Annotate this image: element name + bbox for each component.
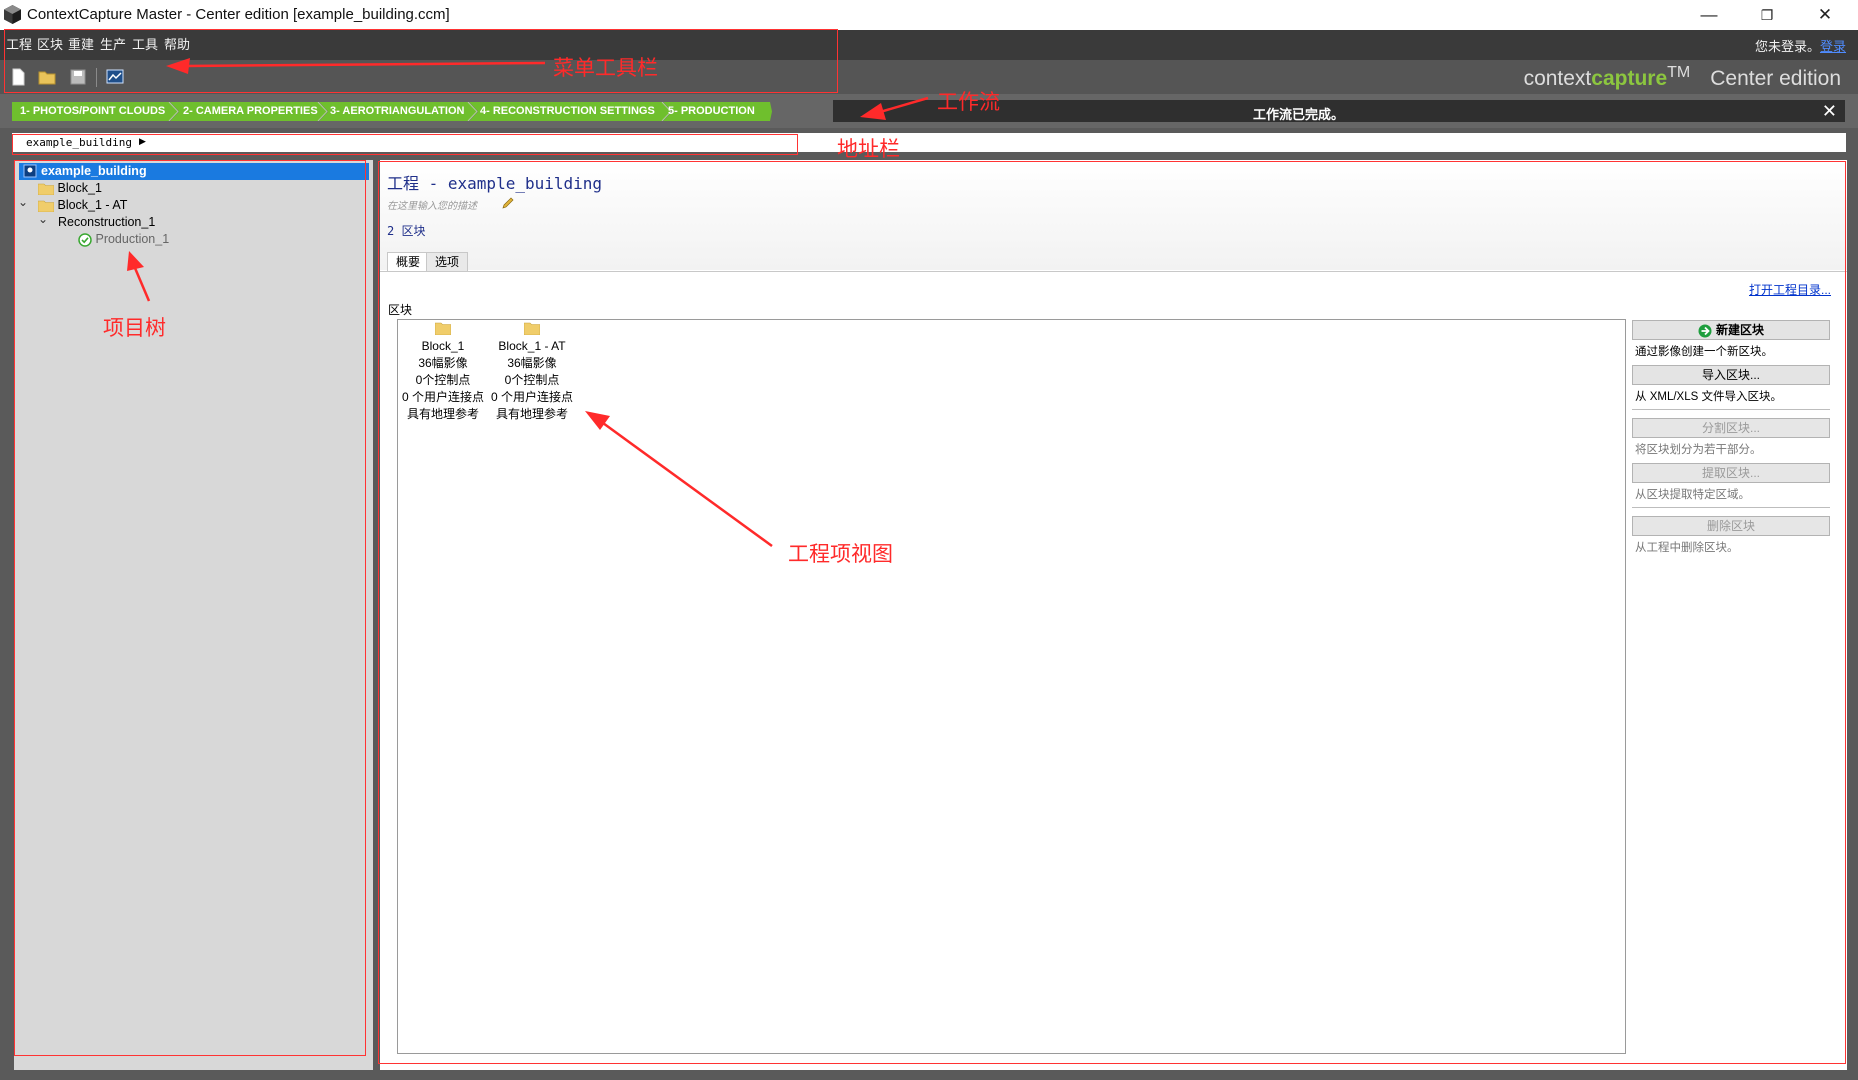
app-logo-icon (4, 5, 21, 24)
workflow-step-camera-properties[interactable]: 2- CAMERA PROPERTIES (175, 102, 318, 121)
restore-button[interactable]: ❐ (1738, 0, 1796, 30)
workflow-status-close-icon[interactable]: ✕ (1822, 100, 1837, 122)
annotation-box-address-bar (12, 134, 798, 155)
annotation-label-workflow: 工作流 (937, 91, 1000, 114)
close-window-button[interactable]: ✕ (1796, 0, 1854, 30)
brand-tm: TM (1667, 64, 1691, 81)
login-status-text: 您未登录。 (1754, 39, 1820, 54)
workflow-bar: 1- PHOTOS/POINT CLOUDS 2- CAMERA PROPERT… (0, 94, 1858, 128)
title-bar: ContextCapture Master - Center edition [… (0, 0, 1858, 30)
annotation-label-project-tree: 项目树 (103, 317, 166, 340)
login-status: 您未登录。登录 (1755, 36, 1846, 55)
workflow-step-photos[interactable]: 1- PHOTOS/POINT CLOUDS (12, 102, 165, 121)
workflow-step-aerotriangulation[interactable]: 3- AEROTRIANGULATION (322, 102, 464, 121)
workflow-step-reconstruction-settings[interactable]: 4- RECONSTRUCTION SETTINGS (472, 102, 655, 121)
annotation-box-project-tree (14, 160, 366, 1056)
brand-capture: capture (1591, 67, 1668, 90)
annotation-label-project-view: 工程项视图 (788, 543, 893, 566)
login-link[interactable]: 登录 (1820, 39, 1846, 54)
annotation-label-address-bar: 地址栏 (837, 138, 900, 161)
brand-context: context (1523, 67, 1592, 90)
minimize-button[interactable]: — (1680, 0, 1738, 30)
brand-edition: Center edition (1710, 67, 1841, 90)
annotation-box-project-view (378, 161, 1846, 1064)
workflow-status-text: 工作流已完成。 (1253, 107, 1345, 122)
annotation-box-menu-toolbar (4, 29, 838, 93)
workflow-step-production[interactable]: 5- PRODUCTION (660, 102, 755, 121)
brand-logo: contextcaptureTM Center edition (1524, 64, 1841, 91)
annotation-label-menu-toolbar: 菜单工具栏 (553, 57, 658, 80)
window-title: ContextCapture Master - Center edition [… (27, 6, 450, 23)
